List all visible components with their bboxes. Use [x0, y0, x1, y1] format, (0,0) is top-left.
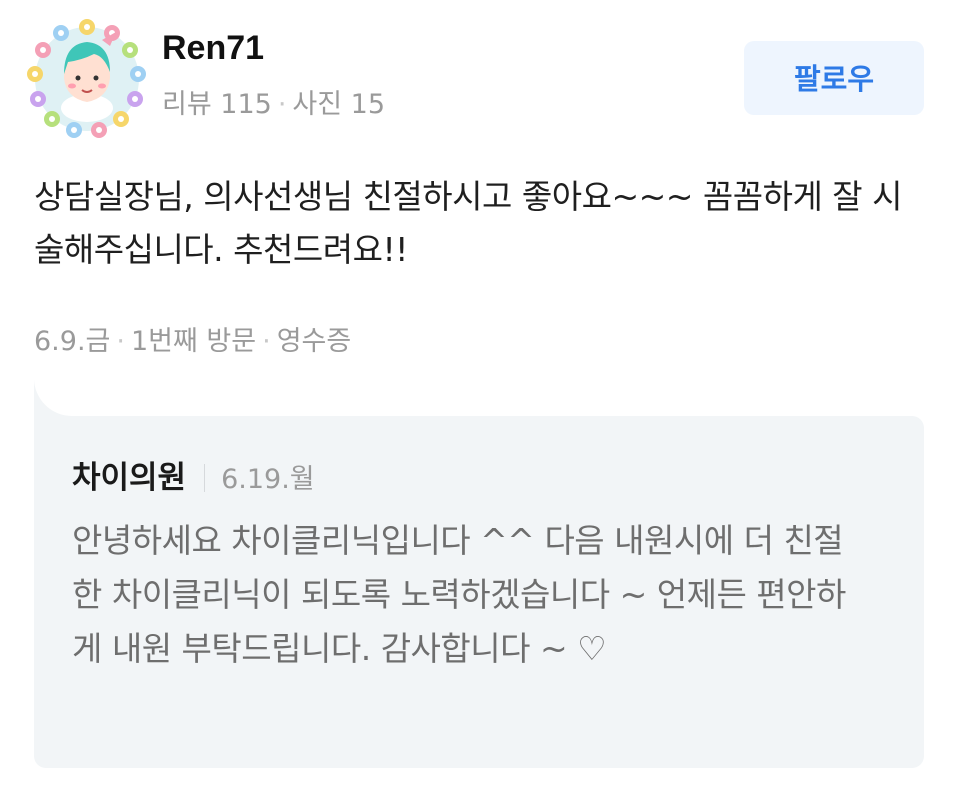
meta-separator: · — [262, 326, 271, 357]
review-count: 리뷰 115 — [162, 89, 272, 120]
follow-button[interactable]: 팔로우 — [744, 41, 924, 115]
owner-reply: 차이의원 6.19.월 안녕하세요 차이클리닉입니다 ^^ 다음 내원시에 더 친… — [34, 416, 924, 768]
review-text: 상담실장님, 의사선생님 친절하시고 좋아요~~~ 꼼꼼하게 잘 시술해주십니다… — [34, 177, 903, 269]
author-stats: 리뷰 115 · 사진 15 — [162, 88, 385, 122]
visit-count: 1번째 방문 — [130, 326, 257, 357]
avatar[interactable] — [24, 16, 150, 142]
review-header: Ren71 리뷰 115 · 사진 15 팔로우 — [24, 14, 924, 138]
receipt-badge: 영수증 — [276, 326, 352, 357]
review-meta: 6.9.금 · 1번째 방문 · 영수증 — [34, 322, 351, 362]
meta-separator: · — [116, 326, 125, 357]
author-name[interactable]: Ren71 — [162, 28, 264, 68]
reply-divider — [204, 464, 206, 492]
reply-author: 차이의원 — [72, 460, 187, 496]
reply-header: 차이의원 6.19.월 — [72, 458, 315, 500]
review-date: 6.9.금 — [34, 326, 111, 357]
reply-date: 6.19.월 — [221, 464, 315, 495]
photo-count: 사진 15 — [292, 89, 386, 120]
reply-text: 안녕하세요 차이클리닉입니다 ^^ 다음 내원시에 더 친절한 차이클리닉이 되… — [72, 521, 846, 668]
stats-separator: · — [277, 89, 287, 120]
avatar-flower-wreath-icon — [27, 19, 146, 138]
